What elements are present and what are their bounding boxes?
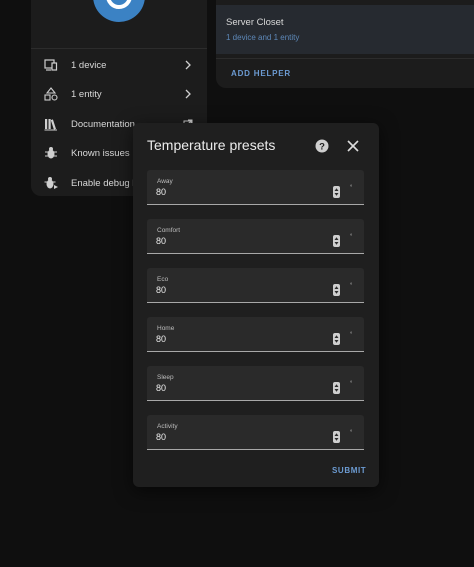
away-temperature-input[interactable] xyxy=(156,186,326,198)
add-helper-button[interactable]: ADD HELPER xyxy=(231,69,291,78)
device-link[interactable]: 1 device xyxy=(31,51,207,79)
dialog-title: Temperature presets xyxy=(147,137,276,153)
unit-label: ° xyxy=(350,332,353,338)
chevron-right-icon xyxy=(185,60,191,70)
home-temperature-input[interactable] xyxy=(156,333,326,345)
unit-label: ° xyxy=(350,185,353,191)
area-title: Server Closet xyxy=(226,17,284,28)
device-link-label: 1 device xyxy=(71,59,107,71)
divider xyxy=(216,58,474,59)
chevron-right-icon xyxy=(185,89,191,99)
close-icon[interactable] xyxy=(347,140,359,152)
enable-debug-logging-label: Enable debug lo xyxy=(71,177,140,189)
field-label: Eco xyxy=(157,276,169,283)
area-row-server-closet[interactable]: Server Closet 1 device and 1 entity xyxy=(216,5,474,54)
area-subtitle: 1 device and 1 entity xyxy=(226,33,300,42)
field-label: Activity xyxy=(157,423,178,430)
entity-link[interactable]: 1 entity xyxy=(31,80,207,108)
stepper-icon[interactable] xyxy=(333,431,340,443)
sleep-temperature-field[interactable]: Sleep ° xyxy=(147,366,364,401)
field-label: Sleep xyxy=(157,374,174,381)
stepper-icon[interactable] xyxy=(333,333,340,345)
stepper-icon[interactable] xyxy=(333,382,340,394)
away-temperature-field[interactable]: Away ° xyxy=(147,170,364,205)
submit-button[interactable]: SUBMIT xyxy=(332,466,366,475)
unit-label: ° xyxy=(350,381,353,387)
stepper-icon[interactable] xyxy=(333,284,340,296)
sleep-temperature-input[interactable] xyxy=(156,382,326,394)
entity-link-label: 1 entity xyxy=(71,88,102,100)
unit-label: ° xyxy=(350,283,353,289)
unit-label: ° xyxy=(350,234,353,240)
stepper-icon[interactable] xyxy=(333,186,340,198)
book-icon xyxy=(44,119,57,131)
comfort-temperature-field[interactable]: Comfort ° xyxy=(147,219,364,254)
entity-shapes-icon xyxy=(44,87,58,101)
comfort-temperature-input[interactable] xyxy=(156,235,326,247)
home-temperature-field[interactable]: Home ° xyxy=(147,317,364,352)
bug-icon xyxy=(45,147,57,159)
device-avatar xyxy=(93,0,145,22)
activity-temperature-field[interactable]: Activity ° xyxy=(147,415,364,450)
known-issues-link-label: Known issues xyxy=(71,147,130,159)
field-label: Comfort xyxy=(157,227,181,234)
unit-label: ° xyxy=(350,430,353,436)
divider xyxy=(31,48,207,49)
bug-play-icon xyxy=(44,177,58,189)
devices-icon xyxy=(44,59,58,71)
area-card: Server Closet 1 device and 1 entity ADD … xyxy=(216,0,474,88)
avatar-icon xyxy=(106,0,132,9)
documentation-link-label: Documentation xyxy=(71,118,135,130)
eco-temperature-input[interactable] xyxy=(156,284,326,296)
field-label: Home xyxy=(157,325,175,332)
stepper-icon[interactable] xyxy=(333,235,340,247)
activity-temperature-input[interactable] xyxy=(156,431,326,443)
temperature-presets-dialog: Temperature presets ? Away ° Comfort ° E… xyxy=(133,123,379,487)
eco-temperature-field[interactable]: Eco ° xyxy=(147,268,364,303)
field-label: Away xyxy=(157,178,173,185)
svg-text:?: ? xyxy=(319,141,325,152)
help-icon[interactable]: ? xyxy=(315,139,329,153)
